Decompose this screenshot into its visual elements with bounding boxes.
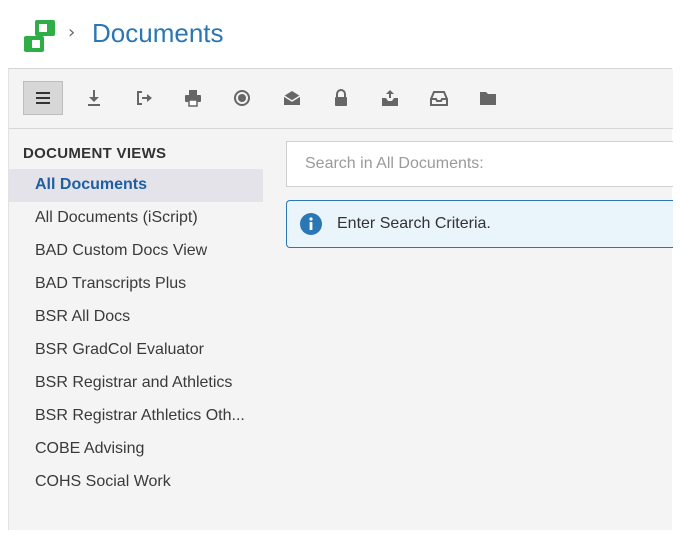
app-logo-icon[interactable] (22, 18, 58, 54)
document-views-list: All Documents All Documents (iScript) BA… (9, 169, 263, 499)
download-icon (88, 90, 100, 106)
record-button[interactable] (222, 81, 262, 115)
sidebar-item-bsr-all-docs[interactable]: BSR All Docs (9, 301, 263, 334)
sidebar-item-cobe-advising[interactable]: COBE Advising (9, 433, 263, 466)
mail-button[interactable] (272, 81, 312, 115)
sidebar-item-all-documents[interactable]: All Documents (9, 169, 263, 202)
search-box (286, 141, 673, 187)
page-title: Documents (92, 18, 224, 48)
export-button[interactable] (124, 81, 164, 115)
export-icon (137, 91, 152, 105)
sidebar-item-cohs-social-work[interactable]: COHS Social Work (9, 466, 263, 499)
inbox-icon (430, 91, 448, 106)
sidebar-item-bsr-gradcol-evaluator[interactable]: BSR GradCol Evaluator (9, 334, 263, 367)
info-message-text: Enter Search Criteria. (337, 215, 491, 232)
sidebar-item-bad-custom-docs-view[interactable]: BAD Custom Docs View (9, 235, 263, 268)
app-header: › Documents (0, 0, 680, 68)
sidebar-item-bad-transcripts-plus[interactable]: BAD Transcripts Plus (9, 268, 263, 301)
upload-button[interactable] (370, 81, 410, 115)
lock-icon (335, 89, 347, 106)
hamburger-menu-icon (36, 92, 50, 104)
folder-icon (480, 92, 496, 105)
info-message: Enter Search Criteria. (286, 200, 673, 248)
inbox-button[interactable] (419, 81, 459, 115)
open-envelope-icon (283, 91, 301, 105)
info-icon (300, 213, 322, 235)
folder-button[interactable] (468, 81, 508, 115)
search-input[interactable] (287, 142, 673, 186)
sidebar-item-bsr-registrar-athletics-other[interactable]: BSR Registrar Athletics Oth... (9, 400, 263, 433)
breadcrumb-separator: › (68, 22, 76, 43)
download-button[interactable] (74, 81, 114, 115)
inbox-upload-icon (382, 90, 398, 106)
menu-button[interactable] (23, 81, 63, 115)
toolbar (9, 69, 673, 129)
print-button[interactable] (173, 81, 213, 115)
sidebar-item-bsr-registrar-and-athletics[interactable]: BSR Registrar and Athletics (9, 367, 263, 400)
print-icon (185, 90, 201, 107)
lock-button[interactable] (321, 81, 361, 115)
sidebar-item-all-documents-iscript[interactable]: All Documents (iScript) (9, 202, 263, 235)
documents-panel: DOCUMENT VIEWS All Documents All Documen… (8, 68, 673, 530)
sidebar-heading: DOCUMENT VIEWS (23, 145, 167, 162)
record-icon (234, 90, 250, 106)
